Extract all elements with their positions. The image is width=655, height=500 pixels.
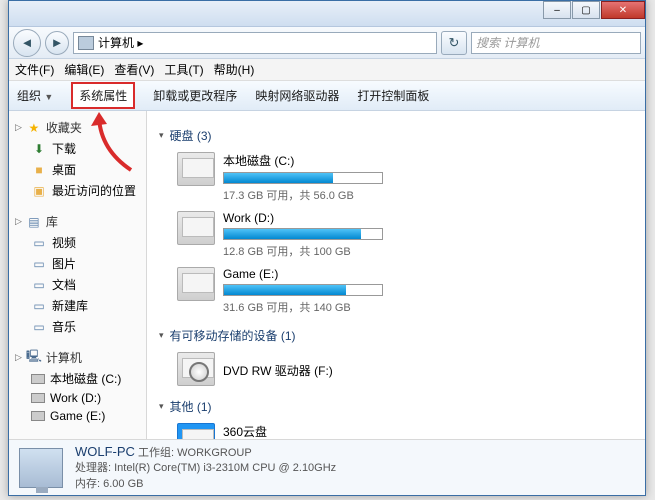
forward-button[interactable]: ► xyxy=(45,31,69,55)
search-input[interactable]: 搜索 计算机 xyxy=(471,32,641,54)
sidebar-item-desktop[interactable]: ■桌面 xyxy=(9,159,146,180)
minimize-button[interactable]: – xyxy=(543,1,571,19)
sidebar-item-drive-e[interactable]: Game (E:) xyxy=(9,407,146,425)
body: ▷★收藏夹 ⬇下载 ■桌面 ▣最近访问的位置 ▷▤库 ▭视频 ▭图片 ▭文档 ▭… xyxy=(9,111,645,439)
usage-bar xyxy=(223,284,383,296)
uninstall-button[interactable]: 卸载或更改程序 xyxy=(153,87,237,104)
drive-name: Work (D:) xyxy=(223,211,397,225)
main-content: ▾硬盘 (3) 本地磁盘 (C:) 17.3 GB 可用，共 56.0 GB W… xyxy=(147,111,645,439)
control-panel-button[interactable]: 打开控制面板 xyxy=(357,87,429,104)
section-removable[interactable]: ▾有可移动存储的设备 (1) xyxy=(159,323,633,348)
drive-name: 本地磁盘 (C:) xyxy=(223,152,397,169)
section-hdd[interactable]: ▾硬盘 (3) xyxy=(159,123,633,148)
sidebar-item-pictures[interactable]: ▭图片 xyxy=(9,253,146,274)
sidebar-item-downloads[interactable]: ⬇下载 xyxy=(9,138,146,159)
map-drive-button[interactable]: 映射网络驱动器 xyxy=(255,87,339,104)
usage-bar xyxy=(223,172,383,184)
sidebar-item-recent[interactable]: ▣最近访问的位置 xyxy=(9,180,146,201)
back-button[interactable]: ◄ xyxy=(13,29,41,57)
explorer-window: – ▢ ✕ ◄ ► 计算机 ▸ ↻ 搜索 计算机 文件(F) 编辑(E) 查看(… xyxy=(8,0,646,496)
sidebar-item-drive-c[interactable]: 本地磁盘 (C:) xyxy=(9,368,146,389)
drive-name: 360云盘 xyxy=(223,423,397,439)
sidebar: ▷★收藏夹 ⬇下载 ■桌面 ▣最近访问的位置 ▷▤库 ▭视频 ▭图片 ▭文档 ▭… xyxy=(9,111,147,439)
search-placeholder: 搜索 计算机 xyxy=(476,34,539,51)
menu-edit[interactable]: 编辑(E) xyxy=(64,61,104,78)
refresh-button[interactable]: ↻ xyxy=(441,31,467,55)
menu-file[interactable]: 文件(F) xyxy=(15,61,54,78)
drive-space: 12.8 GB 可用，共 100 GB xyxy=(223,243,397,259)
maximize-button[interactable]: ▢ xyxy=(572,1,600,19)
menu-tools[interactable]: 工具(T) xyxy=(164,61,203,78)
section-other[interactable]: ▾其他 (1) xyxy=(159,394,633,419)
drive-e[interactable]: Game (E:) 31.6 GB 可用，共 140 GB xyxy=(177,267,397,315)
computer-name: WOLF-PC xyxy=(75,444,135,459)
computer-large-icon xyxy=(19,448,63,488)
drive-space: 17.3 GB 可用，共 56.0 GB xyxy=(223,187,397,203)
drive-icon xyxy=(177,267,215,301)
drive-icon xyxy=(177,211,215,245)
sidebar-item-documents[interactable]: ▭文档 xyxy=(9,274,146,295)
drive-icon xyxy=(177,152,215,186)
drive-d[interactable]: Work (D:) 12.8 GB 可用，共 100 GB xyxy=(177,211,397,259)
close-button[interactable]: ✕ xyxy=(601,1,645,19)
drive-name: Game (E:) xyxy=(223,267,397,281)
address-bar[interactable]: 计算机 ▸ xyxy=(73,32,437,54)
menubar: 文件(F) 编辑(E) 查看(V) 工具(T) 帮助(H) xyxy=(9,59,645,81)
toolbar: 组织 ▼ 系统属性 卸载或更改程序 映射网络驱动器 打开控制面板 xyxy=(9,81,645,111)
sidebar-computer-header[interactable]: ▷🖳计算机 xyxy=(9,347,146,368)
sidebar-item-music[interactable]: ▭音乐 xyxy=(9,316,146,337)
navbar: ◄ ► 计算机 ▸ ↻ 搜索 计算机 xyxy=(9,27,645,59)
organize-button[interactable]: 组织 ▼ xyxy=(17,87,53,104)
system-properties-button[interactable]: 系统属性 xyxy=(71,82,135,109)
dvd-icon xyxy=(177,352,215,386)
drive-c[interactable]: 本地磁盘 (C:) 17.3 GB 可用，共 56.0 GB xyxy=(177,152,397,203)
sidebar-favorites-header[interactable]: ▷★收藏夹 xyxy=(9,117,146,138)
breadcrumb[interactable]: 计算机 ▸ xyxy=(98,34,143,51)
drive-name: DVD RW 驱动器 (F:) xyxy=(223,362,397,379)
details-info: WOLF-PC 工作组: WORKGROUP 处理器: Intel(R) Cor… xyxy=(75,443,336,492)
sidebar-libraries-header[interactable]: ▷▤库 xyxy=(9,211,146,232)
usage-bar xyxy=(223,228,383,240)
sidebar-item-drive-d[interactable]: Work (D:) xyxy=(9,389,146,407)
sidebar-item-videos[interactable]: ▭视频 xyxy=(9,232,146,253)
menu-help[interactable]: 帮助(H) xyxy=(214,61,255,78)
titlebar: – ▢ ✕ xyxy=(9,1,645,27)
details-pane: WOLF-PC 工作组: WORKGROUP 处理器: Intel(R) Cor… xyxy=(9,439,645,495)
sidebar-item-newlib[interactable]: ▭新建库 xyxy=(9,295,146,316)
menu-view[interactable]: 查看(V) xyxy=(114,61,154,78)
cloud-icon xyxy=(177,423,215,439)
drive-cloud[interactable]: 360云盘 方便好用的网络U盘 xyxy=(177,423,397,439)
drive-dvd[interactable]: DVD RW 驱动器 (F:) xyxy=(177,352,397,386)
drive-space: 31.6 GB 可用，共 140 GB xyxy=(223,299,397,315)
computer-icon xyxy=(78,36,94,50)
